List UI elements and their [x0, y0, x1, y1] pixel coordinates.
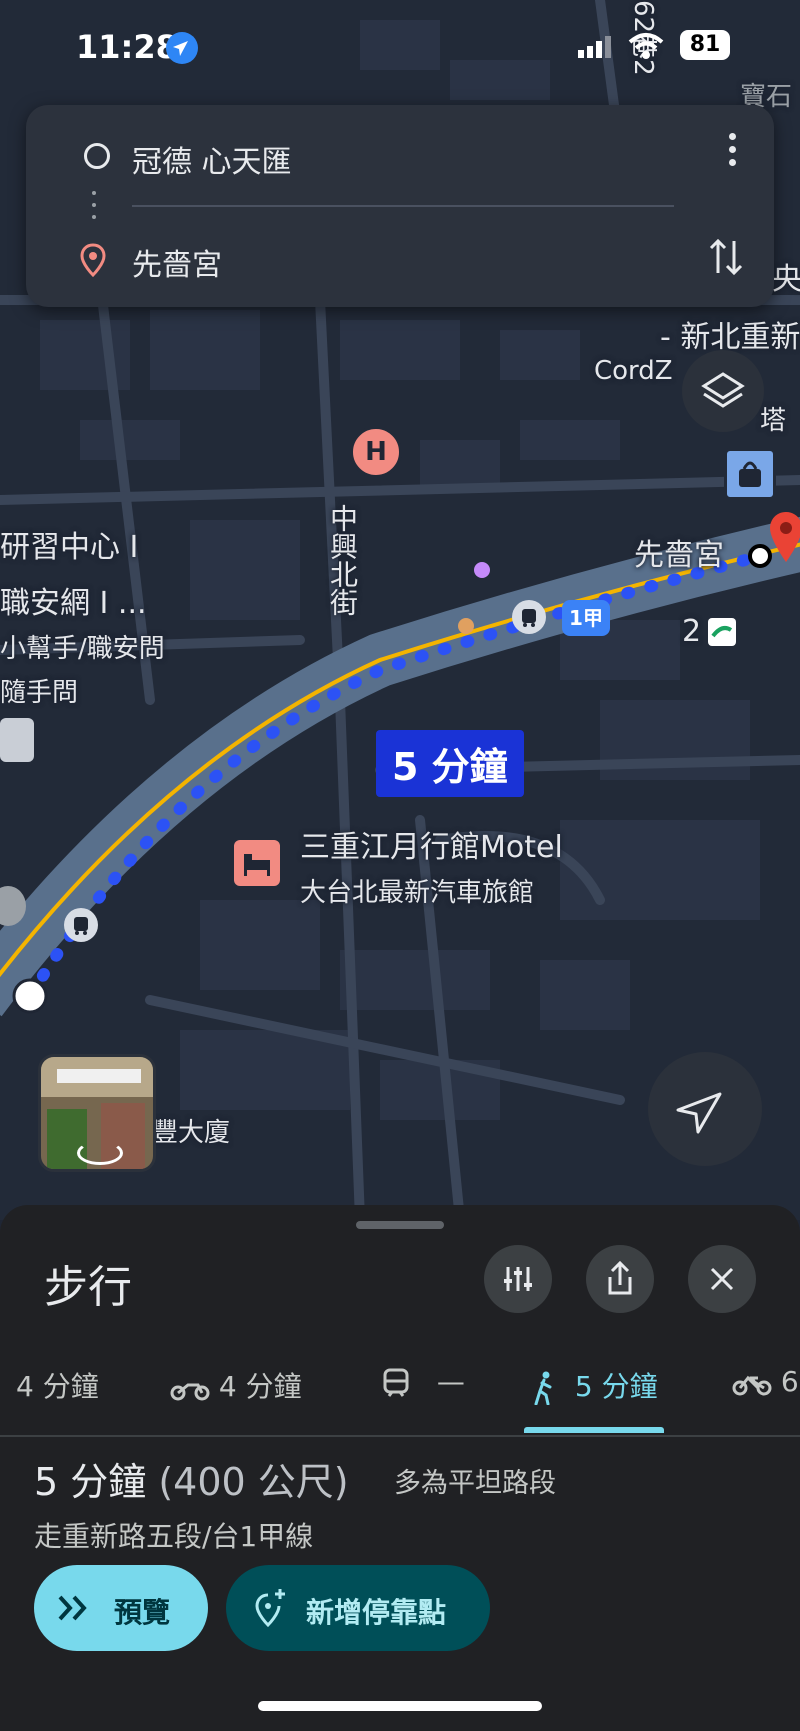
field-divider: [132, 205, 674, 207]
directions-card: 冠德 心天匯 先嗇宮: [26, 105, 774, 307]
map-label-training-4: 隨手問: [0, 678, 79, 708]
street-view-thumbnail[interactable]: [38, 1054, 156, 1172]
sheet-drag-handle[interactable]: [356, 1221, 444, 1229]
route-time-chip[interactable]: 5 分鐘: [376, 730, 524, 797]
bottom-sheet: 步行 4 分鐘 4 分鐘 — 5 分鐘 6 5 分鐘 (400 公尺) 多為平坦…: [0, 1205, 800, 1731]
map-label-fengda: 豐大廈: [152, 1118, 231, 1148]
map-label-motel-sub: 大台北最新汽車旅館: [300, 878, 535, 908]
route-summary-time: 5 分鐘 (400 公尺): [34, 1460, 349, 1504]
rotate-360-icon: [77, 1141, 123, 1165]
add-stop-label: 新增停靠點: [306, 1596, 447, 1629]
route-distance: (400 公尺): [158, 1460, 349, 1504]
metro-icon[interactable]: [708, 618, 736, 646]
sliders-icon: [504, 1267, 532, 1291]
battery-indicator: 81: [680, 30, 730, 60]
transit-icon: [383, 1368, 409, 1397]
share-button[interactable]: [586, 1245, 654, 1313]
route-via: 走重新路五段/台1甲線: [34, 1520, 314, 1553]
share-icon: [608, 1260, 632, 1295]
preview-label: 預覽: [114, 1596, 171, 1629]
tab-motorcycle[interactable]: 4 分鐘: [170, 1365, 302, 1405]
sheet-title: 步行: [44, 1262, 132, 1313]
active-tab-indicator: [524, 1427, 664, 1433]
origin-circle-icon: [84, 143, 110, 169]
tab-drive[interactable]: 4 分鐘: [16, 1365, 99, 1405]
route-shield: 1甲: [562, 600, 610, 636]
map-label-xiansegong: 先嗇宮: [634, 538, 724, 573]
cellular-signal-icon: [578, 36, 614, 58]
close-icon: [710, 1267, 734, 1291]
layers-icon: [701, 372, 745, 408]
map-label-training-1: 研習中心 I: [0, 530, 139, 565]
swap-directions-button[interactable]: [708, 235, 744, 288]
recenter-button[interactable]: [648, 1052, 762, 1166]
preview-button[interactable]: 預覽: [34, 1565, 208, 1651]
travel-mode-tabs: 4 分鐘 4 分鐘 — 5 分鐘 6: [0, 1335, 800, 1437]
route-options-button[interactable]: [484, 1245, 552, 1313]
map-label-motel: 三重江月行館Motel: [300, 830, 563, 865]
destination-field[interactable]: 先嗇宮: [132, 240, 222, 284]
map-label-cordz: CordZ: [594, 356, 673, 386]
walk-icon: [534, 1371, 552, 1406]
tab-transit[interactable]: —: [382, 1365, 465, 1398]
map-label-bus-num: 2: [682, 614, 702, 649]
status-time: 11:28: [76, 28, 178, 66]
shopping-bag-icon[interactable]: [724, 448, 776, 500]
motorcycle-icon: [170, 1383, 210, 1401]
tab-walk[interactable]: 5 分鐘: [532, 1365, 658, 1406]
tab-bike[interactable]: 6: [732, 1365, 799, 1398]
destination-pin-small-icon: [80, 243, 106, 278]
hotel-icon[interactable]: [234, 840, 280, 886]
navigation-arrow-icon: [676, 1092, 722, 1134]
add-location-icon: [255, 1589, 285, 1628]
bike-icon: [732, 1375, 772, 1396]
map-label-yang: 央: [772, 262, 800, 297]
wifi-icon: [628, 32, 664, 60]
map-label-street-zhongxing: 中興北街: [326, 504, 359, 616]
add-stop-button[interactable]: 新增停靠點: [226, 1565, 490, 1651]
bus-stop-icon[interactable]: [64, 908, 98, 942]
status-bar: 11:28 81: [0, 0, 800, 90]
map-label-training-2: 職安網 I ...: [0, 586, 147, 621]
bus-stop-icon[interactable]: [512, 600, 546, 634]
swap-icon: [709, 238, 743, 276]
origin-field[interactable]: 冠德 心天匯: [132, 137, 292, 181]
double-chevron-right-icon: [58, 1595, 87, 1621]
destination-pin-icon[interactable]: [768, 510, 800, 566]
home-indicator[interactable]: [258, 1701, 542, 1711]
hospital-icon[interactable]: H: [350, 426, 402, 478]
location-arrow-icon: [166, 32, 198, 64]
more-options-button[interactable]: [724, 133, 740, 173]
close-button[interactable]: [688, 1245, 756, 1313]
route-dots-icon: [92, 191, 96, 231]
place-marker-icon[interactable]: [0, 718, 34, 762]
map-label-training-3: 小幫手/職安問: [0, 634, 165, 664]
route-terrain-note: 多為平坦路段: [394, 1468, 556, 1499]
layers-button[interactable]: [682, 350, 764, 432]
